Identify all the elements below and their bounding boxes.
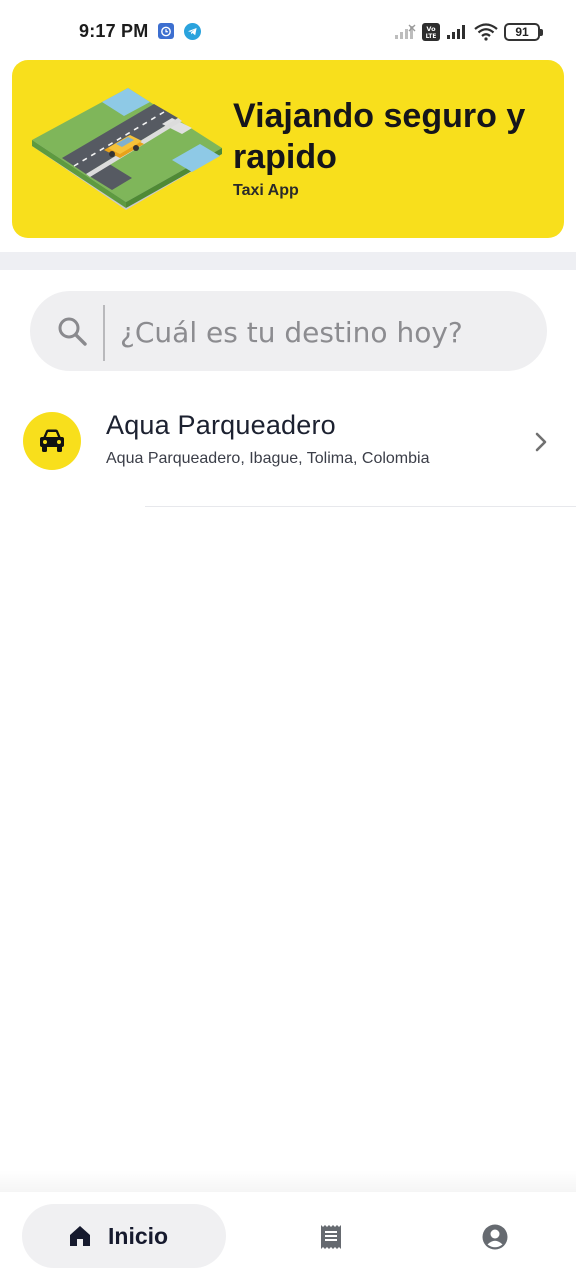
receipt-icon bbox=[321, 1225, 341, 1249]
destination-search-bar[interactable] bbox=[30, 291, 547, 371]
nav-home-label: Inicio bbox=[108, 1223, 169, 1249]
battery-indicator: 91 bbox=[504, 23, 543, 41]
banner-subtitle: Taxi App bbox=[233, 182, 299, 199]
signal-strong-icon bbox=[447, 25, 465, 39]
place-avatar bbox=[23, 412, 81, 470]
list-divider bbox=[145, 506, 576, 507]
wifi-icon bbox=[474, 23, 498, 41]
place-list-item[interactable]: Aqua Parqueadero Aqua Parqueadero, Ibagu… bbox=[0, 398, 576, 506]
account-circle-icon bbox=[482, 1224, 508, 1250]
alarm-app-icon bbox=[158, 23, 174, 39]
volte-icon: Vo LTE bbox=[422, 23, 440, 41]
signal-weak-icon bbox=[395, 24, 416, 39]
telegram-icon bbox=[184, 23, 201, 40]
svg-text:Vo: Vo bbox=[426, 25, 436, 33]
bottom-navigation: Inicio bbox=[0, 1192, 576, 1280]
svg-text:LTE: LTE bbox=[426, 34, 437, 40]
place-address: Aqua Parqueadero, Ibague, Tolima, Colomb… bbox=[106, 450, 430, 467]
search-cursor-separator bbox=[103, 305, 105, 361]
section-divider bbox=[0, 252, 576, 270]
status-time: 9:17 PM bbox=[79, 21, 149, 41]
nav-profile-tab[interactable] bbox=[470, 1212, 520, 1262]
home-icon bbox=[70, 1226, 90, 1246]
promo-banner: Viajando seguro y rapido Taxi App bbox=[12, 60, 564, 238]
destination-search-input[interactable] bbox=[120, 310, 530, 354]
chevron-right-icon bbox=[535, 432, 547, 452]
car-icon bbox=[40, 429, 64, 452]
search-icon bbox=[58, 317, 87, 346]
bottom-nav-shadow bbox=[0, 1170, 576, 1192]
taxi-road-illustration bbox=[32, 88, 222, 210]
nav-trips-tab[interactable] bbox=[306, 1212, 356, 1262]
place-title: Aqua Parqueadero bbox=[106, 410, 336, 440]
nav-home-tab[interactable]: Inicio bbox=[22, 1204, 226, 1268]
status-bar: 9:17 PM Vo LTE 91 bbox=[0, 0, 576, 60]
status-indicators: Vo LTE 91 bbox=[394, 21, 543, 43]
banner-title: Viajando seguro y rapido bbox=[233, 97, 526, 176]
